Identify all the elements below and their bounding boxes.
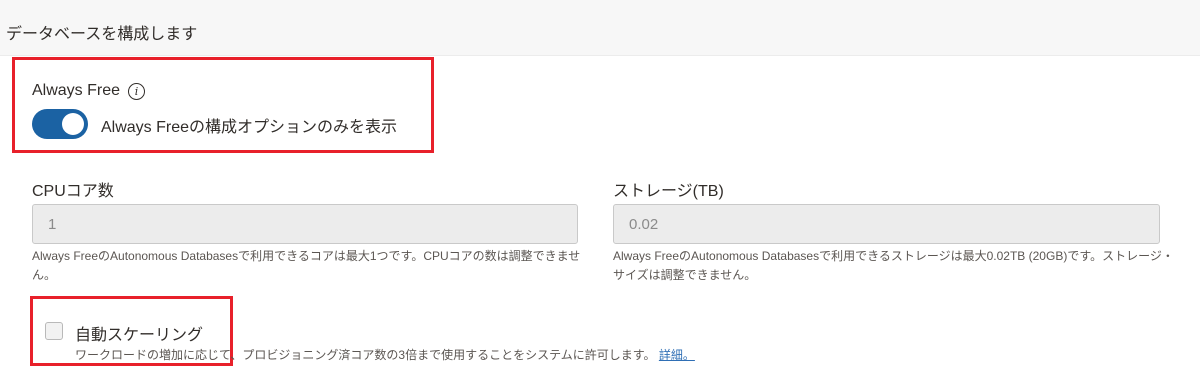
always-free-label: Always Free i xyxy=(32,82,146,100)
auto-scaling-label[interactable]: 自動スケーリング xyxy=(75,321,203,345)
cpu-core-count-label: CPUコア数 xyxy=(32,183,114,200)
cpu-core-count-help: Always FreeのAutonomous Databasesで利用できるコア… xyxy=(32,249,581,282)
always-free-toggle[interactable] xyxy=(32,109,88,139)
always-free-label-text: Always Free xyxy=(32,82,121,99)
storage-input[interactable] xyxy=(613,204,1160,244)
always-free-toggle-label: Always Freeの構成オプションのみを表示 xyxy=(101,119,398,136)
storage-help: Always FreeのAutonomous Databasesで利用できるスト… xyxy=(613,249,1174,282)
storage-label: ストレージ(TB) xyxy=(613,183,724,200)
details-link[interactable]: 詳細。 xyxy=(659,348,695,362)
section-title: データベースを構成します xyxy=(6,26,198,43)
info-icon[interactable]: i xyxy=(128,82,146,100)
cpu-core-count-input[interactable] xyxy=(32,204,578,244)
auto-scaling-checkbox[interactable] xyxy=(45,322,63,340)
auto-scaling-help: ワークロードの増加に応じて、プロビジョニング済コア数の3倍まで使用することをシス… xyxy=(75,346,695,363)
auto-scaling-help-text: ワークロードの増加に応じて、プロビジョニング済コア数の3倍まで使用することをシス… xyxy=(75,348,656,362)
toggle-knob xyxy=(62,113,84,135)
